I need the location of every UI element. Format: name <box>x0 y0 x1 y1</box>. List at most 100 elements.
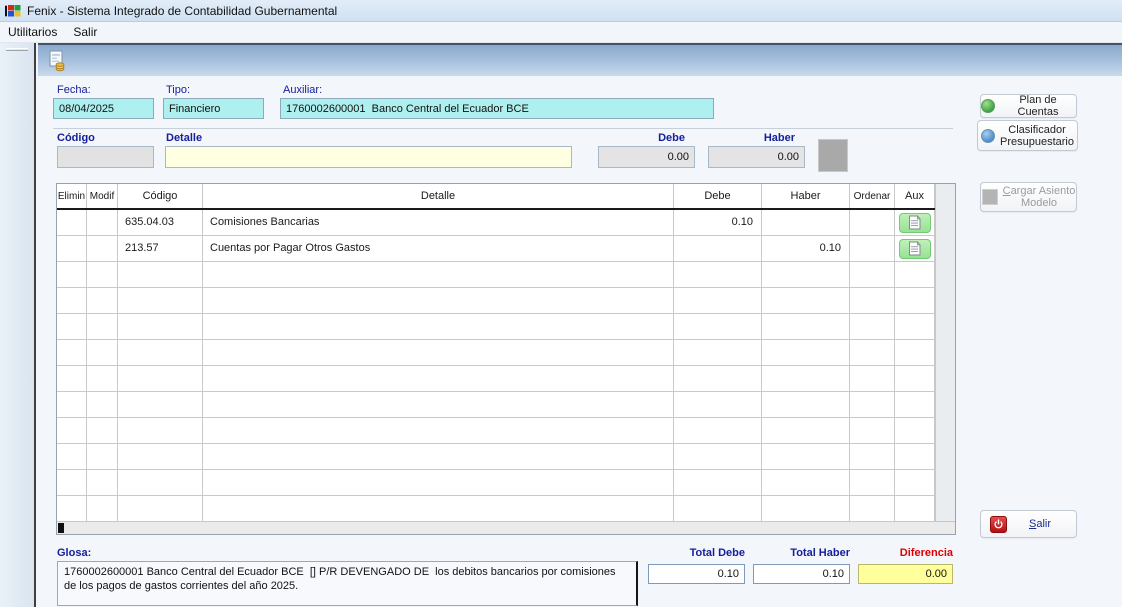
grid-cell <box>57 496 87 521</box>
grid-cell <box>762 418 850 443</box>
grid-cell <box>118 470 203 495</box>
grid-cell <box>87 444 118 469</box>
table-row[interactable] <box>57 418 955 444</box>
aux-detail-button[interactable] <box>899 239 931 259</box>
grid-cell: 0.10 <box>762 236 850 261</box>
detalle-label: Detalle <box>166 132 202 144</box>
grid-cell <box>762 314 850 339</box>
grid-cell <box>850 418 895 443</box>
grid-hscrollbar[interactable] <box>57 521 955 534</box>
grid-cell <box>850 444 895 469</box>
window-title: Fenix - Sistema Integrado de Contabilida… <box>27 4 337 18</box>
grid-cell-aux <box>895 210 935 235</box>
grid-cell <box>203 288 674 313</box>
grid-cell <box>674 470 762 495</box>
grid-cell-aux <box>895 470 935 495</box>
grid-cell <box>57 288 87 313</box>
grid-cell <box>762 366 850 391</box>
grid-cell <box>674 444 762 469</box>
header-elimin[interactable]: Elimin <box>57 184 87 208</box>
panel-grip-handle[interactable] <box>6 48 28 51</box>
table-row[interactable] <box>57 288 955 314</box>
header-ordenar[interactable]: Ordenar <box>850 184 895 208</box>
table-row[interactable]: 213.57Cuentas por Pagar Otros Gastos0.10 <box>57 236 955 262</box>
debe-label: Debe <box>598 132 685 144</box>
grid-cell-aux <box>895 340 935 365</box>
grid-cell-aux <box>895 496 935 521</box>
haber-input[interactable] <box>708 146 805 168</box>
aux-detail-button[interactable] <box>899 213 931 233</box>
grid-cell: 213.57 <box>118 236 203 261</box>
grid-cell <box>850 392 895 417</box>
menu-item-salir[interactable]: Salir <box>65 23 105 41</box>
grid-cell <box>87 314 118 339</box>
grid-cell <box>850 314 895 339</box>
header-aux[interactable]: Aux <box>895 184 935 208</box>
header-detalle[interactable]: Detalle <box>203 184 674 208</box>
table-row[interactable] <box>57 366 955 392</box>
glosa-textarea[interactable]: 1760002600001 Banco Central del Ecuador … <box>57 561 638 606</box>
grid-cell-aux <box>895 314 935 339</box>
grid-cell <box>87 496 118 521</box>
grid-cell <box>850 366 895 391</box>
grid-cell-aux <box>895 444 935 469</box>
debe-input[interactable] <box>598 146 695 168</box>
grid-cell <box>203 444 674 469</box>
table-row[interactable] <box>57 314 955 340</box>
gray-square-button[interactable] <box>818 139 848 172</box>
total-haber-label: Total Haber <box>753 547 850 559</box>
header-codigo[interactable]: Código <box>118 184 203 208</box>
window-icon <box>4 4 21 18</box>
clasificador-presupuestario-button[interactable]: ClasificadorPresupuestario <box>977 120 1078 151</box>
table-row[interactable] <box>57 496 955 522</box>
grid-hscrollbar-thumb[interactable] <box>58 523 64 533</box>
total-debe-input[interactable] <box>648 564 745 584</box>
grid-vscrollbar[interactable] <box>935 184 955 522</box>
grid-cell <box>57 418 87 443</box>
left-collapsed-panel[interactable] <box>0 43 36 607</box>
tipo-input[interactable] <box>163 98 264 119</box>
table-row[interactable] <box>57 470 955 496</box>
plan-de-cuentas-button[interactable]: Plan de Cuentas <box>980 94 1077 118</box>
table-row[interactable]: 635.04.03Comisiones Bancarias0.10 <box>57 210 955 236</box>
table-row[interactable] <box>57 340 955 366</box>
header-haber[interactable]: Haber <box>762 184 850 208</box>
total-haber-input[interactable] <box>753 564 850 584</box>
grid-cell <box>87 340 118 365</box>
auxiliar-input[interactable] <box>280 98 714 119</box>
table-row[interactable] <box>57 262 955 288</box>
grid-cell <box>57 366 87 391</box>
codigo-input[interactable] <box>57 146 154 168</box>
grid-cell <box>850 496 895 521</box>
header-modif[interactable]: Modif <box>87 184 118 208</box>
journal-entry-document-coins-icon[interactable] <box>46 50 68 72</box>
grid-cell-aux <box>895 262 935 287</box>
grid-cell <box>203 496 674 521</box>
grid-cell-aux <box>895 288 935 313</box>
grid-cell <box>87 418 118 443</box>
grid-cell <box>850 288 895 313</box>
grid-cell <box>57 444 87 469</box>
table-row[interactable] <box>57 444 955 470</box>
haber-label: Haber <box>708 132 795 144</box>
app-window: Fenix - Sistema Integrado de Contabilida… <box>0 0 1122 607</box>
grid-cell <box>87 210 118 235</box>
grid-cell <box>762 496 850 521</box>
grid-cell <box>118 262 203 287</box>
grid-cell <box>674 366 762 391</box>
table-row[interactable] <box>57 392 955 418</box>
header-debe[interactable]: Debe <box>674 184 762 208</box>
salir-button[interactable]: Salir <box>980 510 1077 538</box>
grid-cell <box>203 470 674 495</box>
grid-cell <box>762 392 850 417</box>
fecha-input[interactable] <box>53 98 154 119</box>
diferencia-input[interactable] <box>858 564 953 584</box>
grid-cell <box>57 314 87 339</box>
grid-cell <box>203 392 674 417</box>
power-icon <box>990 516 1007 533</box>
grid-cell <box>87 470 118 495</box>
detalle-input[interactable] <box>165 146 572 168</box>
menu-item-utilitarios[interactable]: Utilitarios <box>0 23 65 41</box>
grid-cell <box>118 314 203 339</box>
cargar-asiento-modelo-button[interactable]: Cargar AsientoModelo <box>980 182 1077 212</box>
